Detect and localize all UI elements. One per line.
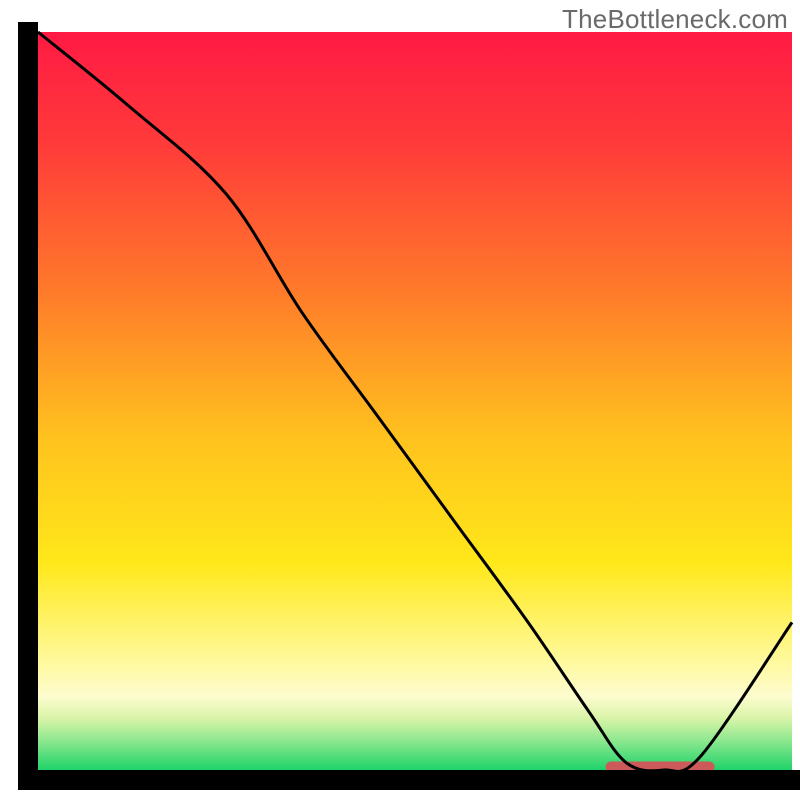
- bottleneck-chart: [0, 0, 800, 800]
- watermark-text: TheBottleneck.com: [562, 4, 788, 35]
- chart-container: TheBottleneck.com: [0, 0, 800, 800]
- plot-background: [38, 32, 792, 770]
